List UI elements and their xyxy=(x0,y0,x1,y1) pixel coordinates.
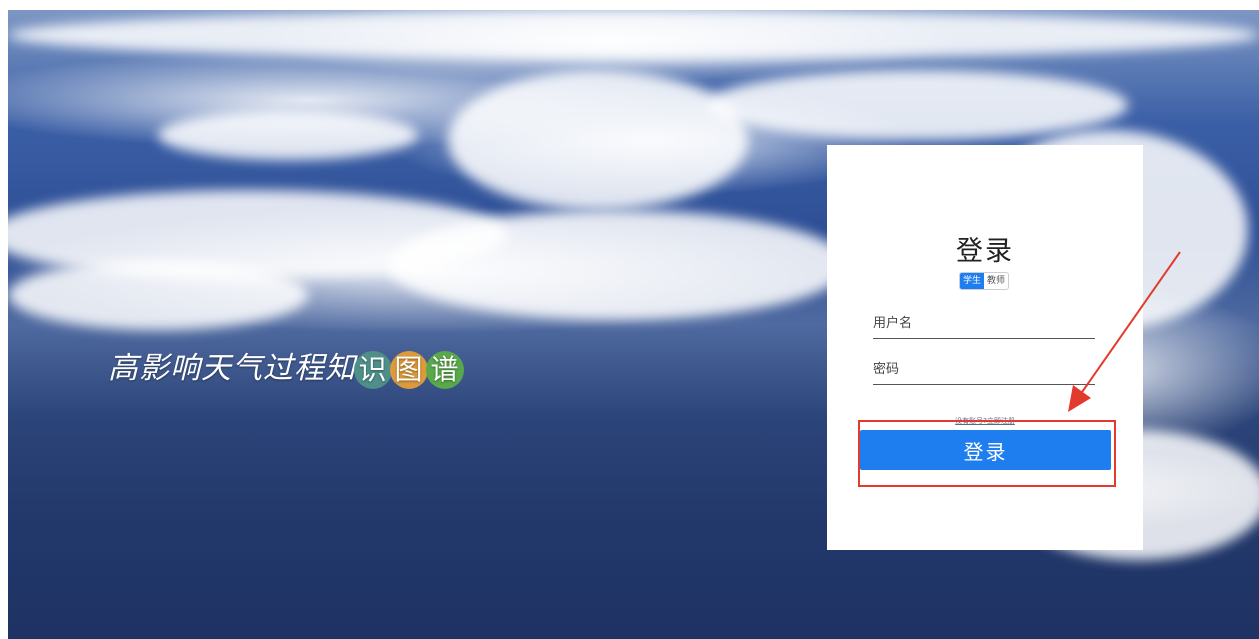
username-field xyxy=(873,306,1095,339)
role-switch: 学生 教师 xyxy=(959,272,1010,290)
role-teacher-tab[interactable]: 教师 xyxy=(984,273,1008,289)
logo-badge-3: 谱 xyxy=(426,350,464,389)
login-title: 登录 xyxy=(956,236,1014,267)
site-logo-title: 高影响天气过程知识图谱 xyxy=(108,343,464,389)
logo-title-text: 高影响天气过程知 xyxy=(108,351,356,386)
username-input[interactable] xyxy=(873,308,1095,338)
logo-badge-1: 识 xyxy=(354,350,392,389)
login-page: 高影响天气过程知识图谱 登录 学生 教师 没有账号?立即注册 登录 xyxy=(0,0,1259,639)
role-student-tab[interactable]: 学生 xyxy=(960,273,985,289)
password-field xyxy=(873,352,1095,385)
password-input[interactable] xyxy=(873,354,1095,384)
logo-badge-2: 图 xyxy=(390,350,428,389)
login-card: 登录 学生 教师 没有账号?立即注册 登录 xyxy=(827,145,1143,550)
annotation-highlight-box xyxy=(858,420,1116,487)
